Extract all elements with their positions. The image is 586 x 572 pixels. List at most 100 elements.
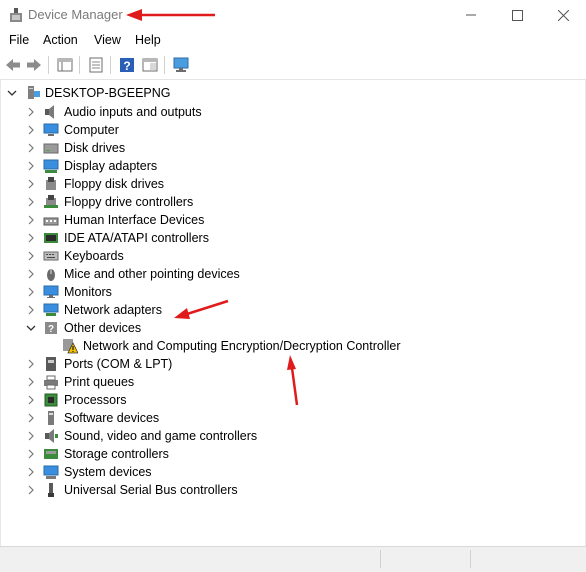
- back-arrow-icon[interactable]: [4, 56, 22, 74]
- category-item-label[interactable]: IDE ATA/ATAPI controllers: [64, 230, 209, 246]
- category-item-label[interactable]: Print queues: [64, 374, 134, 390]
- chevron-right-icon[interactable]: [25, 232, 37, 244]
- svg-text:?: ?: [123, 59, 130, 73]
- chevron-right-icon[interactable]: [25, 178, 37, 190]
- help-icon[interactable]: ?: [118, 56, 136, 74]
- category-item-label[interactable]: Network adapters: [64, 302, 162, 318]
- chevron-right-icon[interactable]: [25, 214, 37, 226]
- chevron-right-icon[interactable]: [25, 250, 37, 262]
- chevron-right-icon[interactable]: [25, 124, 37, 136]
- usb-icon: [48, 483, 54, 497]
- category-item-label[interactable]: Floppy drive controllers: [64, 194, 193, 210]
- svg-text:?: ?: [48, 324, 54, 335]
- tree-root-label[interactable]: DESKTOP-BGEEPNG: [45, 85, 171, 101]
- maximize-icon: [511, 9, 523, 21]
- mouse-icon: [47, 269, 55, 281]
- system-device-icon: [43, 465, 59, 479]
- device-tree: DESKTOP-BGEEPNG Audio inputs and outputs…: [0, 79, 586, 546]
- window-title: Device Manager: [28, 7, 123, 22]
- chevron-right-icon[interactable]: [25, 268, 37, 280]
- chevron-right-icon[interactable]: [25, 304, 37, 316]
- chevron-down-icon[interactable]: [6, 87, 18, 99]
- minimize-icon: [466, 14, 476, 16]
- warning-device-icon: [63, 339, 78, 354]
- toolbar-separator: [164, 56, 165, 74]
- software-device-icon: [48, 411, 54, 425]
- category-item-label[interactable]: Floppy disk drives: [64, 176, 164, 192]
- device-manager-icon: [10, 8, 22, 22]
- computer-root-icon: [28, 86, 40, 99]
- category-item-label[interactable]: Storage controllers: [64, 446, 169, 462]
- chevron-right-icon[interactable]: [25, 448, 37, 460]
- storage-controller-icon: [44, 449, 58, 459]
- status-bar-divider: [470, 550, 471, 568]
- disk-drive-icon: [43, 143, 59, 154]
- scan-hardware-icon[interactable]: [172, 56, 190, 74]
- minimize-button[interactable]: [448, 0, 494, 30]
- chevron-right-icon[interactable]: [25, 412, 37, 424]
- printer-icon: [44, 375, 58, 390]
- menu-bar: File Action View Help: [0, 30, 586, 52]
- chevron-right-icon[interactable]: [25, 286, 37, 298]
- chevron-right-icon[interactable]: [25, 394, 37, 406]
- category-item-label[interactable]: Display adapters: [64, 158, 157, 174]
- toolbar-separator: [48, 56, 49, 74]
- category-item-label[interactable]: Mice and other pointing devices: [64, 266, 240, 282]
- chevron-right-icon[interactable]: [25, 106, 37, 118]
- details-view-icon[interactable]: [141, 56, 159, 74]
- network-adapter-icon: [43, 303, 59, 316]
- forward-arrow-icon[interactable]: [25, 56, 43, 74]
- processor-icon: [44, 393, 58, 407]
- chevron-right-icon[interactable]: [25, 196, 37, 208]
- chevron-right-icon[interactable]: [25, 358, 37, 370]
- category-item-label[interactable]: System devices: [64, 464, 152, 480]
- category-item-label[interactable]: Human Interface Devices: [64, 212, 204, 228]
- category-item-label[interactable]: Software devices: [64, 410, 159, 426]
- chevron-right-icon[interactable]: [25, 142, 37, 154]
- computer-icon: [43, 123, 59, 136]
- chevron-right-icon[interactable]: [25, 376, 37, 388]
- hid-icon: [43, 217, 59, 226]
- properties-view-icon[interactable]: [56, 56, 74, 74]
- chevron-down-icon[interactable]: [25, 322, 37, 334]
- chevron-right-icon[interactable]: [25, 466, 37, 478]
- category-item-label[interactable]: Keyboards: [64, 248, 124, 264]
- toolbar: ?: [0, 52, 586, 80]
- device-item-label[interactable]: Network and Computing Encryption/Decrypt…: [83, 338, 401, 354]
- menu-help[interactable]: Help: [135, 33, 161, 47]
- category-item-label[interactable]: Processors: [64, 392, 127, 408]
- menu-file[interactable]: File: [9, 33, 29, 47]
- document-icon[interactable]: [87, 56, 105, 74]
- category-item-label[interactable]: Monitors: [64, 284, 112, 300]
- category-item-label[interactable]: Sound, video and game controllers: [64, 428, 257, 444]
- close-icon: [557, 9, 569, 21]
- chevron-right-icon[interactable]: [25, 160, 37, 172]
- port-icon: [46, 357, 56, 371]
- category-item-label[interactable]: Ports (COM & LPT): [64, 356, 172, 372]
- chevron-right-icon[interactable]: [25, 430, 37, 442]
- menu-view[interactable]: View: [94, 33, 121, 47]
- close-button[interactable]: [540, 0, 586, 30]
- title-bar: Device Manager: [0, 0, 586, 30]
- category-item-label[interactable]: Universal Serial Bus controllers: [64, 482, 238, 498]
- category-item-label[interactable]: Audio inputs and outputs: [64, 104, 202, 120]
- menu-action[interactable]: Action: [43, 33, 78, 47]
- keyboard-icon: [43, 251, 59, 261]
- toolbar-separator: [110, 56, 111, 74]
- status-bar-divider: [380, 550, 381, 568]
- display-adapter-icon: [43, 159, 59, 173]
- category-item-label[interactable]: Other devices: [64, 320, 141, 336]
- floppy-disk-icon: [46, 177, 56, 190]
- sound-controller-icon: [45, 429, 58, 443]
- toolbar-separator: [79, 56, 80, 74]
- category-item-label[interactable]: Disk drives: [64, 140, 125, 156]
- speaker-icon: [45, 105, 54, 119]
- ide-controller-icon: [44, 233, 58, 243]
- floppy-controller-icon: [44, 195, 58, 208]
- unknown-device-icon: ?: [45, 322, 57, 335]
- category-item-label[interactable]: Computer: [64, 122, 119, 138]
- monitor-icon: [43, 285, 59, 298]
- status-bar: [0, 546, 586, 572]
- maximize-button[interactable]: [494, 0, 540, 30]
- chevron-right-icon[interactable]: [25, 484, 37, 496]
